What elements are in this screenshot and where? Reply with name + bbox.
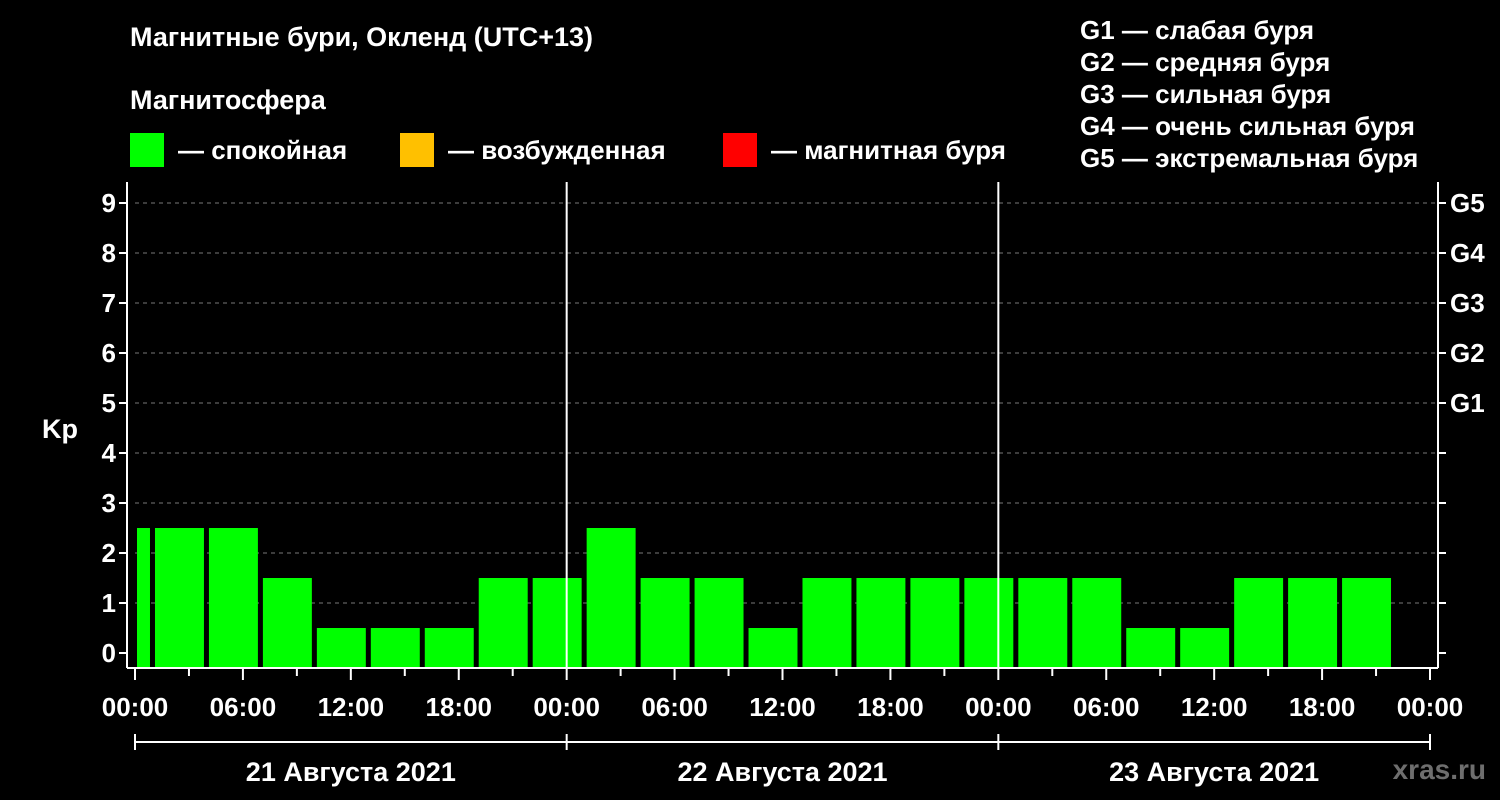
- x-tick-label: 12:00: [1181, 692, 1248, 722]
- kp-bar: [802, 578, 852, 668]
- site-watermark: xras.ru: [1392, 754, 1486, 785]
- y-tick-label: 0: [102, 638, 116, 668]
- kp-bar: [640, 578, 690, 668]
- x-tick-label: 00:00: [965, 692, 1032, 722]
- kp-bar: [910, 578, 960, 668]
- storm-level-label: G3: [1450, 288, 1485, 318]
- kp-bar: [532, 578, 582, 668]
- kp-bar: [370, 628, 420, 668]
- kp-bar: [1126, 628, 1176, 668]
- kp-bar: [208, 528, 258, 668]
- kp-bar: [478, 578, 528, 668]
- y-tick-label: 1: [102, 588, 116, 618]
- storm-level-label: G4: [1450, 238, 1485, 268]
- kp-bar: [1288, 578, 1338, 668]
- kp-bar: [262, 578, 312, 668]
- kp-bar: [1018, 578, 1068, 668]
- y-tick-label: 5: [102, 388, 116, 418]
- x-tick-label: 18:00: [1289, 692, 1356, 722]
- y-tick-label: 6: [102, 338, 116, 368]
- kp-bar: [1234, 578, 1284, 668]
- day-label: 23 Августа 2021: [1109, 757, 1319, 787]
- kp-bar: [154, 528, 204, 668]
- x-tick-label: 06:00: [641, 692, 708, 722]
- day-label: 21 Августа 2021: [246, 757, 456, 787]
- kp-bar: [748, 628, 798, 668]
- x-tick-label: 06:00: [1073, 692, 1140, 722]
- day-label: 22 Августа 2021: [677, 757, 887, 787]
- kp-bar: [586, 528, 636, 668]
- x-tick-label: 06:00: [210, 692, 277, 722]
- storm-level-label: G5: [1450, 188, 1485, 218]
- kp-bar: [694, 578, 744, 668]
- kp-bar: [424, 628, 474, 668]
- x-tick-label: 18:00: [857, 692, 924, 722]
- y-tick-label: 4: [102, 438, 117, 468]
- kp-bar: [1180, 628, 1230, 668]
- y-tick-label: 3: [102, 488, 116, 518]
- kp-bar: [1342, 578, 1392, 668]
- y-tick-label: 8: [102, 238, 116, 268]
- kp-bar: [137, 528, 150, 668]
- x-tick-label: 00:00: [1397, 692, 1464, 722]
- x-tick-label: 18:00: [426, 692, 493, 722]
- y-tick-label: 2: [102, 538, 116, 568]
- kp-bar: [1072, 578, 1122, 668]
- kp-bar-chart: 0 1 2 3 4 5 6 7 8 9 G1 G2 G3 G4 G5 Kp 00:00 06:00 12:00 18:…: [42, 182, 1485, 787]
- x-tick-label: 12:00: [749, 692, 816, 722]
- kp-bar: [964, 578, 1014, 668]
- storm-level-label: G2: [1450, 338, 1485, 368]
- storm-level-label: G1: [1450, 388, 1485, 418]
- y-tick-label: 7: [102, 288, 116, 318]
- x-tick-label: 00:00: [102, 692, 169, 722]
- x-tick-label: 00:00: [533, 692, 600, 722]
- kp-bar: [316, 628, 366, 668]
- y-tick-label: 9: [102, 188, 116, 218]
- y-axis-label: Kp: [42, 414, 78, 444]
- x-tick-label: 12:00: [318, 692, 385, 722]
- kp-bar: [856, 578, 906, 668]
